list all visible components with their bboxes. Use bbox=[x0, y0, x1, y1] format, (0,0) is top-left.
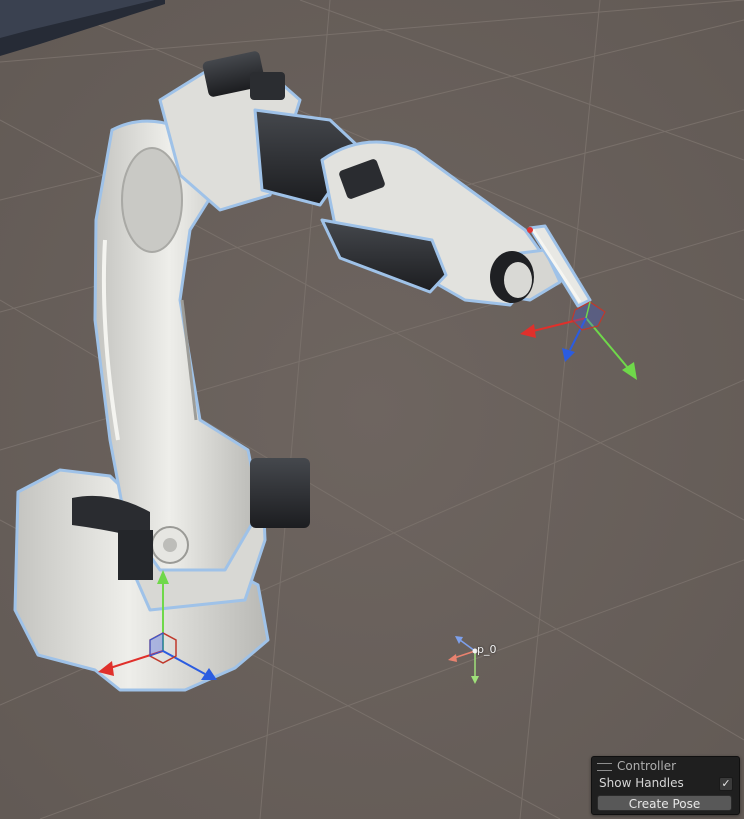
pose-marker-label: p_0 bbox=[477, 643, 497, 656]
controller-overlay: Controller Show Handles ✓ Create Pose bbox=[591, 756, 740, 815]
show-handles-checkbox[interactable]: ✓ bbox=[719, 776, 733, 791]
overlay-title: Controller bbox=[617, 759, 677, 773]
create-pose-button[interactable]: Create Pose bbox=[597, 795, 732, 811]
show-handles-label: Show Handles bbox=[599, 776, 684, 790]
overlay-header[interactable]: Controller bbox=[597, 759, 676, 774]
base-motor bbox=[250, 458, 310, 528]
show-handles-row: Show Handles ✓ bbox=[599, 775, 733, 792]
drag-handle-icon[interactable] bbox=[597, 763, 612, 771]
shoulder-opening bbox=[121, 147, 183, 253]
scene-viewport[interactable] bbox=[0, 0, 744, 819]
